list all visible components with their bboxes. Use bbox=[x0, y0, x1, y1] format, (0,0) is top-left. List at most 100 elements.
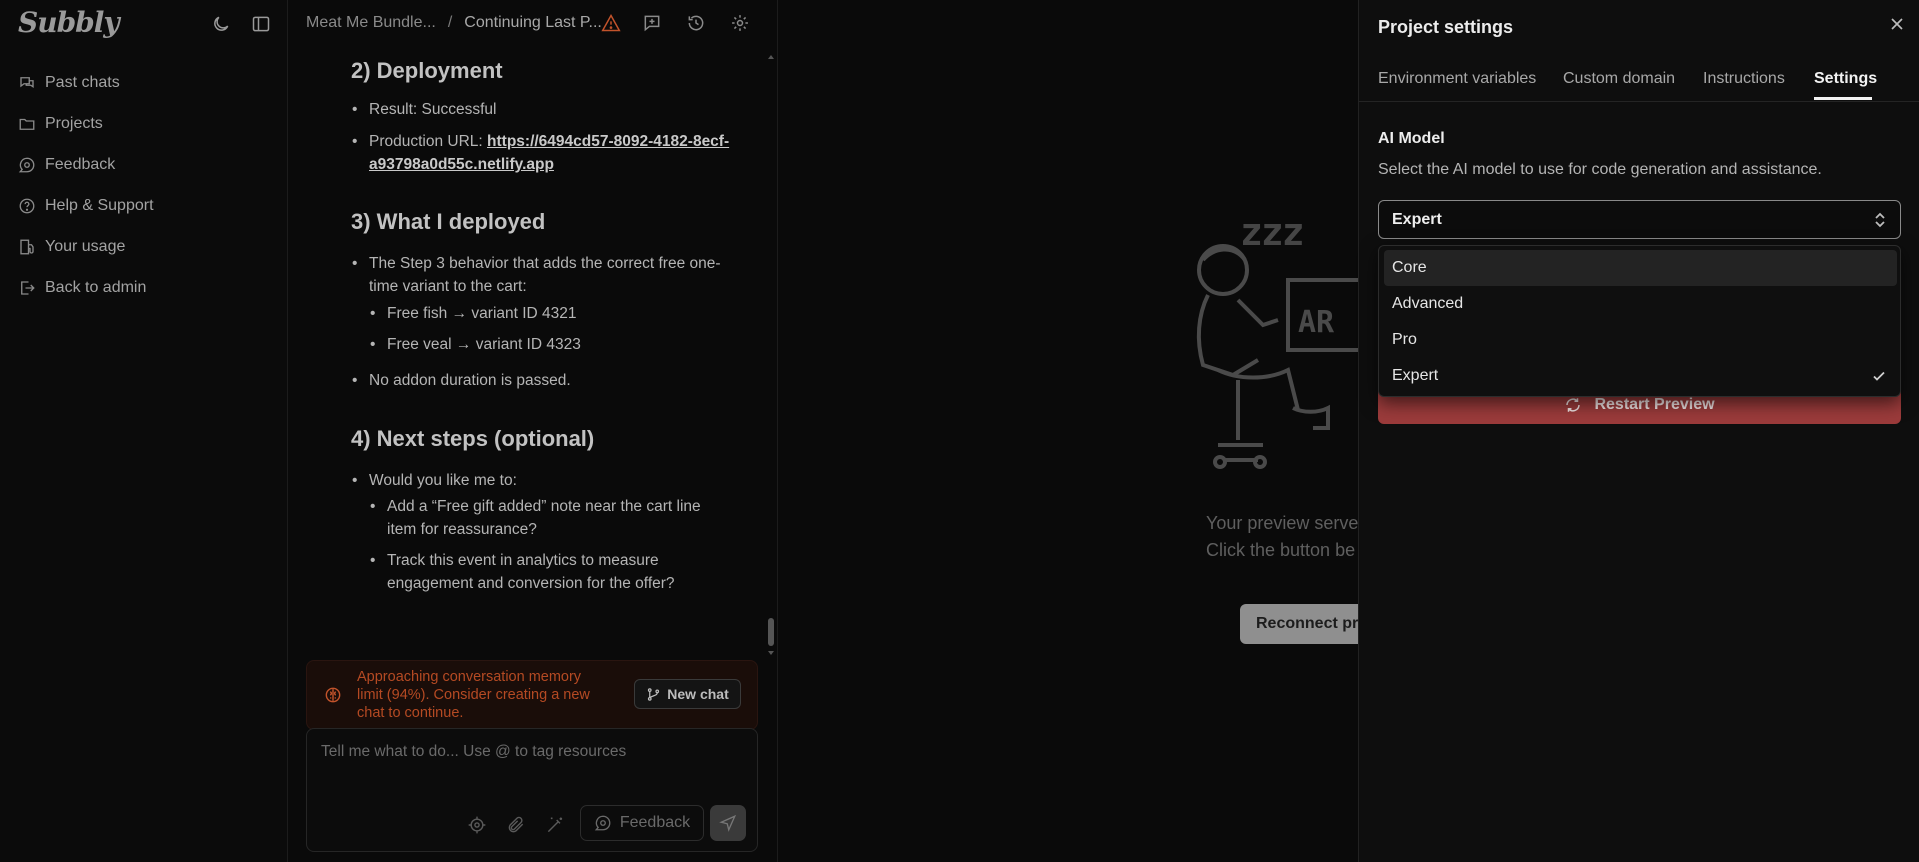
gear-icon[interactable] bbox=[730, 13, 750, 33]
restart-label: Restart Preview bbox=[1594, 396, 1715, 413]
selected-model: Expert bbox=[1392, 211, 1442, 228]
message-composer: Tell me what to do... Use @ to tag resou… bbox=[306, 728, 758, 852]
paperclip-icon[interactable] bbox=[506, 815, 526, 835]
feedback-icon bbox=[18, 156, 36, 174]
list-item-text: item for reassurance? bbox=[387, 521, 537, 538]
preview-area: zzz AR Your preview server Click the but… bbox=[778, 0, 1358, 862]
list-item: The Step 3 behavior that adds the correc… bbox=[352, 252, 758, 298]
breadcrumb-project[interactable]: Meat Me Bundle... bbox=[306, 14, 436, 32]
close-icon[interactable] bbox=[1887, 14, 1907, 34]
list-item: Production URL: https://6494cd57-8092-41… bbox=[352, 130, 758, 176]
comment-plus-icon[interactable] bbox=[642, 13, 662, 33]
target-icon[interactable] bbox=[467, 815, 487, 835]
ai-model-title: AI Model bbox=[1378, 130, 1445, 147]
chats-icon bbox=[18, 74, 36, 92]
sidebar-item-help[interactable]: Help & Support bbox=[0, 185, 287, 226]
active-tab-indicator bbox=[1814, 97, 1872, 100]
production-url-link[interactable]: https://6494cd57-8092-4182-8ecf- bbox=[487, 133, 729, 150]
tab-environment-variables[interactable]: Environment variables bbox=[1378, 70, 1536, 88]
option-label: Expert bbox=[1392, 367, 1439, 384]
tab-instructions[interactable]: Instructions bbox=[1703, 70, 1785, 88]
preview-message: Your preview server Click the button be bbox=[1206, 510, 1358, 564]
history-icon[interactable] bbox=[686, 13, 706, 33]
feedback-label: Feedback bbox=[619, 814, 691, 831]
scrollbar-thumb[interactable] bbox=[768, 618, 774, 646]
check-icon bbox=[1871, 368, 1887, 384]
refresh-icon bbox=[1564, 396, 1582, 414]
model-option-advanced[interactable]: Advanced bbox=[1384, 286, 1897, 322]
memory-warning-banner: Approaching conversation memory limit (9… bbox=[306, 660, 758, 730]
ai-model-dropdown: Core Advanced Pro Expert bbox=[1378, 245, 1901, 397]
sub-list-item: Free fish → variant ID 4321 bbox=[370, 302, 757, 325]
tab-custom-domain[interactable]: Custom domain bbox=[1563, 70, 1675, 88]
sidebar-item-label: Projects bbox=[45, 114, 103, 132]
composer-feedback-button[interactable]: Feedback bbox=[580, 805, 704, 841]
sidebar-item-back-to-admin[interactable]: Back to admin bbox=[0, 267, 287, 308]
preview-line: Click the button be bbox=[1206, 540, 1356, 560]
list-item: No addon duration is passed. bbox=[352, 369, 758, 392]
app-logo: Subbly bbox=[18, 6, 120, 39]
list-item-text: time variant to the cart: bbox=[369, 278, 527, 295]
sidebar-item-projects[interactable]: Projects bbox=[0, 103, 287, 144]
sidebar-item-label: Feedback bbox=[45, 155, 116, 173]
sidebar-item-feedback[interactable]: Feedback bbox=[0, 144, 287, 185]
sub-list-item: Free veal → variant ID 4323 bbox=[370, 333, 757, 356]
send-button[interactable] bbox=[710, 805, 746, 841]
folder-icon bbox=[18, 115, 36, 133]
project-settings-panel: Environment variables Custom domain Inst… bbox=[1358, 0, 1919, 862]
sub-list-item: Track this event in analytics to measure… bbox=[370, 549, 757, 595]
breadcrumb-separator: / bbox=[447, 14, 453, 31]
ai-model-description: Select the AI model to use for code gene… bbox=[1378, 161, 1822, 178]
section-heading: 2) Deployment bbox=[351, 58, 503, 83]
preview-line: Your preview server bbox=[1206, 513, 1358, 533]
svg-text:AR: AR bbox=[1298, 305, 1335, 340]
brain-icon bbox=[323, 685, 343, 705]
model-option-pro[interactable]: Pro bbox=[1384, 322, 1897, 358]
message-input[interactable]: Tell me what to do... Use @ to tag resou… bbox=[321, 743, 626, 761]
magic-wand-icon[interactable] bbox=[545, 815, 565, 835]
sidebar-item-label: Past chats bbox=[45, 73, 120, 91]
warning-icon[interactable] bbox=[601, 13, 621, 33]
branch-icon bbox=[646, 687, 661, 702]
model-option-core[interactable]: Core bbox=[1384, 250, 1897, 286]
feedback-icon bbox=[594, 814, 612, 832]
warning-line: limit (94%). Consider creating a new bbox=[357, 687, 590, 703]
settings-tabs: Environment variables Custom domain Inst… bbox=[1359, 0, 1919, 102]
sub-list-item: Add a “Free gift added” note near the ca… bbox=[370, 495, 757, 541]
reconnect-preview-button[interactable]: Reconnect pre bbox=[1240, 604, 1358, 644]
list-item: Would you like me to: bbox=[352, 469, 758, 492]
moon-icon[interactable] bbox=[211, 14, 231, 34]
sidebar-nav: Past chats Projects Feedback Help & Supp… bbox=[0, 62, 287, 308]
memory-warning-text: Approaching conversation memory limit (9… bbox=[357, 668, 593, 722]
usage-icon bbox=[18, 238, 36, 256]
section-heading: 3) What I deployed bbox=[351, 209, 546, 234]
sidebar: Subbly Past chats Projects Feedback Help… bbox=[0, 0, 288, 862]
ai-model-select[interactable]: Expert bbox=[1378, 200, 1901, 239]
warning-line: Approaching conversation memory bbox=[357, 669, 582, 685]
sidebar-item-label: Help & Support bbox=[45, 196, 154, 214]
model-option-expert[interactable]: Expert bbox=[1384, 358, 1897, 394]
send-icon bbox=[719, 814, 737, 832]
sidebar-item-usage[interactable]: Your usage bbox=[0, 226, 287, 267]
chat-panel: Meat Me Bundle... / Continuing Last P...… bbox=[288, 0, 778, 862]
sidebar-item-past-chats[interactable]: Past chats bbox=[0, 62, 287, 103]
sidebar-toggle-icon[interactable] bbox=[251, 14, 271, 34]
chat-scrollbar[interactable] bbox=[766, 52, 776, 658]
production-url-link-cont[interactable]: a93798a0d55c.netlify.app bbox=[369, 156, 554, 173]
url-label: Production URL: bbox=[369, 133, 488, 150]
list-item-text: engagement and conversion for the offer? bbox=[387, 575, 675, 592]
section-heading: 4) Next steps (optional) bbox=[351, 426, 595, 451]
tab-settings[interactable]: Settings bbox=[1814, 70, 1877, 88]
chat-messages: 2) Deployment Result: Successful Product… bbox=[288, 46, 758, 646]
list-item: Result: Successful bbox=[352, 98, 758, 121]
list-item-text: Track this event in analytics to measure bbox=[387, 552, 659, 569]
sidebar-item-label: Back to admin bbox=[45, 278, 147, 296]
list-item-text: The Step 3 behavior that adds the correc… bbox=[369, 255, 721, 272]
logout-icon bbox=[18, 279, 36, 297]
sleeping-developer-illustration: AR bbox=[1178, 230, 1358, 480]
new-chat-label: New chat bbox=[667, 686, 729, 702]
new-chat-button[interactable]: New chat bbox=[634, 679, 741, 709]
breadcrumb-chat[interactable]: Continuing Last P... bbox=[464, 14, 602, 32]
help-icon bbox=[18, 197, 36, 215]
chevron-up-down-icon bbox=[1872, 211, 1888, 229]
